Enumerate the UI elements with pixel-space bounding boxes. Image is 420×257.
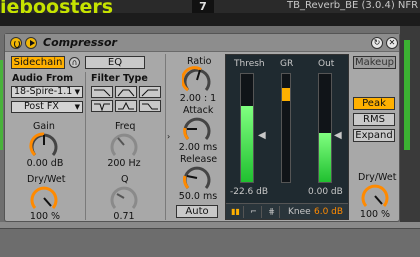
audio-from-select[interactable]: 18-Spire-1.1 bbox=[11, 86, 83, 98]
sidechain-drywet-knob[interactable] bbox=[29, 184, 59, 212]
expand-arrow-icon[interactable]: › bbox=[167, 132, 170, 141]
notch-icon bbox=[94, 103, 110, 112]
release-value[interactable]: 50.0 ms bbox=[177, 191, 219, 202]
peak-button[interactable]: Peak bbox=[353, 97, 395, 110]
key-indicator: 7 bbox=[192, 0, 214, 13]
q-knob[interactable] bbox=[109, 184, 139, 212]
knee-value[interactable]: 6.0 dB bbox=[314, 207, 343, 217]
thresh-value[interactable]: -22.6 dB bbox=[230, 187, 268, 197]
right-meter bbox=[404, 40, 410, 150]
device-header: Compressor ↻ ✕ bbox=[5, 34, 399, 52]
filter-type-label: Filter Type bbox=[91, 73, 148, 84]
q-value[interactable]: 0.71 bbox=[104, 211, 144, 222]
thresh-meter[interactable] bbox=[240, 73, 254, 183]
section-divider bbox=[85, 72, 86, 220]
out-arrow-icon[interactable]: ◀ bbox=[334, 130, 342, 141]
section-divider bbox=[165, 54, 166, 220]
device-expand-button[interactable] bbox=[25, 37, 37, 49]
auto-release-button[interactable]: Auto bbox=[176, 205, 218, 218]
save-preset-icon[interactable]: ↻ bbox=[371, 37, 383, 49]
ratio-value[interactable]: 2.00 : 1 bbox=[177, 93, 219, 104]
eq-button[interactable]: EQ bbox=[85, 56, 145, 69]
filter-highpass-button[interactable] bbox=[139, 86, 161, 98]
gr-meter-fill bbox=[282, 88, 290, 102]
highpass-icon bbox=[141, 89, 158, 97]
thresh-label: Thresh bbox=[234, 59, 265, 69]
gain-value[interactable]: 0.00 dB bbox=[25, 158, 65, 169]
sidechain-drywet-value[interactable]: 100 % bbox=[25, 211, 65, 222]
gr-meter bbox=[281, 73, 291, 183]
attack-value[interactable]: 2.00 ms bbox=[177, 142, 219, 153]
bandpass-icon bbox=[117, 89, 135, 97]
filter-shelf-button[interactable] bbox=[139, 100, 161, 112]
sidechain-button[interactable]: Sidechain bbox=[11, 56, 65, 69]
meter-display: Thresh GR Out ◀ ◀ -22.6 dB 0.00 dB ▮▮ ⌐ … bbox=[225, 54, 349, 220]
shelf-icon bbox=[142, 103, 158, 110]
activity-icon[interactable]: ⋕ bbox=[264, 206, 280, 218]
bottom-scroll-area bbox=[0, 228, 420, 257]
filter-peak-button[interactable] bbox=[115, 100, 137, 112]
bar-graph-icon[interactable]: ▮▮ bbox=[228, 206, 244, 218]
out-value[interactable]: 0.00 dB bbox=[308, 187, 343, 197]
curve-icon[interactable]: ⌐ bbox=[246, 206, 262, 218]
drywet-value[interactable]: 100 % bbox=[355, 209, 395, 220]
thresh-meter-fill bbox=[241, 106, 253, 182]
gain-knob[interactable] bbox=[29, 131, 59, 159]
expand-button[interactable]: Expand bbox=[353, 129, 395, 142]
right-panel bbox=[400, 26, 420, 222]
close-icon[interactable]: ✕ bbox=[386, 37, 398, 49]
freq-value[interactable]: 200 Hz bbox=[104, 158, 144, 169]
compressor-device: Compressor ↻ ✕ Sidechain ∩ EQ Audio From… bbox=[4, 33, 400, 222]
meter-toolbar: ▮▮ ⌐ ⋕ Knee 6.0 dB bbox=[226, 203, 348, 219]
track-strip bbox=[0, 13, 420, 26]
post-fx-select[interactable]: Post FX bbox=[11, 101, 83, 113]
drywet-knob[interactable] bbox=[360, 182, 390, 210]
freq-knob[interactable] bbox=[109, 131, 139, 159]
knee-label: Knee bbox=[288, 207, 311, 217]
gr-label: GR bbox=[280, 59, 294, 69]
thresh-arrow-icon[interactable]: ◀ bbox=[258, 130, 266, 141]
left-meter bbox=[0, 60, 3, 150]
lowpass-icon bbox=[94, 89, 111, 97]
audio-from-label: Audio From bbox=[12, 73, 73, 84]
out-meter bbox=[318, 73, 332, 183]
filter-lowpass-button[interactable] bbox=[91, 86, 113, 98]
headphone-icon[interactable]: ∩ bbox=[69, 57, 80, 68]
out-meter-fill bbox=[319, 133, 331, 182]
ratio-knob[interactable] bbox=[182, 66, 212, 94]
attack-knob[interactable] bbox=[182, 115, 212, 143]
track-name: TB_Reverb_BE (3.0.4) NFR bbox=[287, 0, 419, 11]
peak-icon bbox=[118, 101, 134, 110]
release-knob[interactable] bbox=[182, 164, 212, 192]
filter-notch-button[interactable] bbox=[91, 100, 113, 112]
device-power-button[interactable] bbox=[10, 37, 22, 49]
makeup-button[interactable]: Makeup bbox=[353, 56, 396, 69]
out-label: Out bbox=[318, 59, 335, 69]
rms-button[interactable]: RMS bbox=[353, 113, 395, 126]
filter-bandpass-button[interactable] bbox=[115, 86, 137, 98]
device-title: Compressor bbox=[43, 36, 117, 49]
